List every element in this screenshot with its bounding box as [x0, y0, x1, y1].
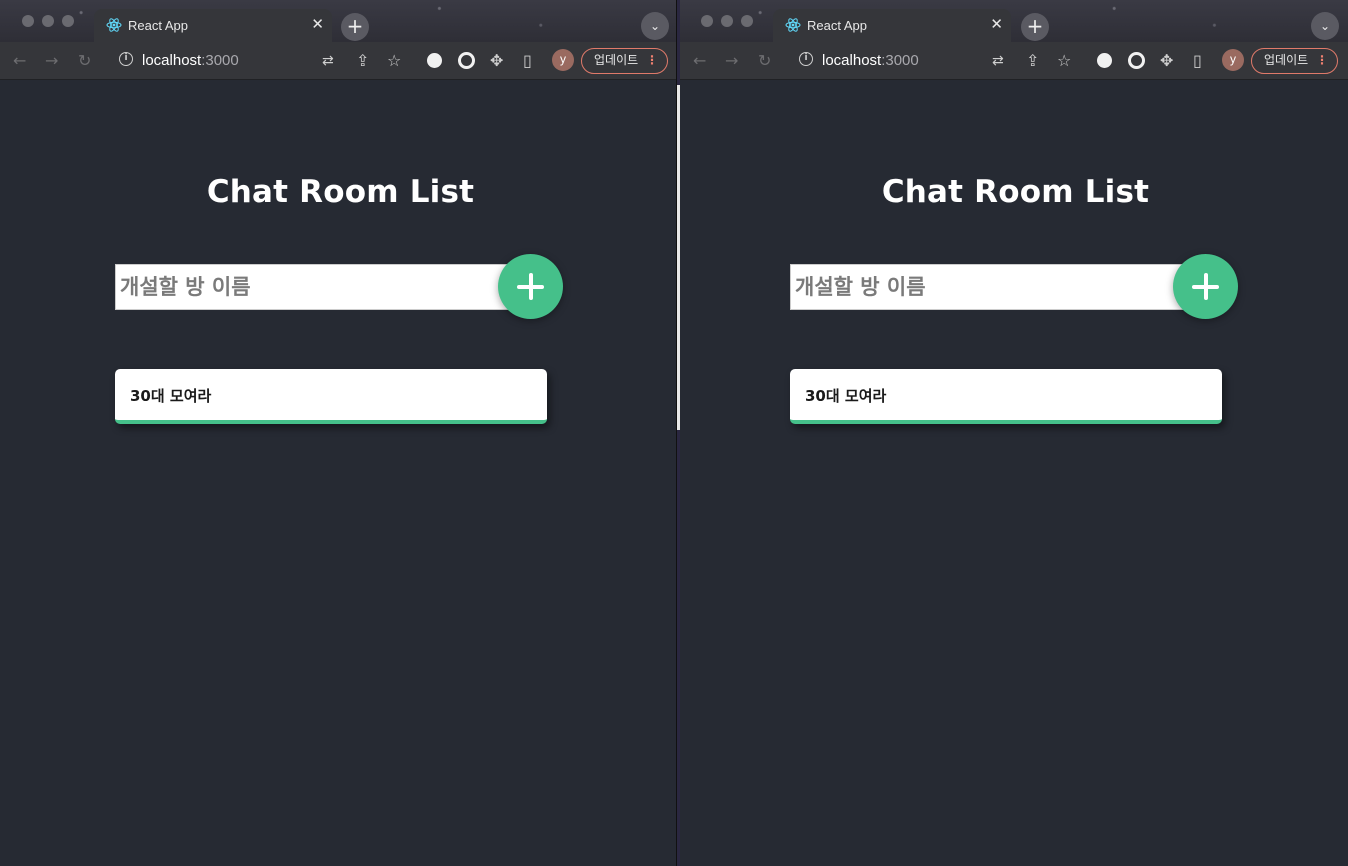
page-title: Chat Room List — [881, 174, 1150, 210]
address-bar[interactable]: localhost:3000 — [822, 52, 919, 69]
browser-window-left: React App ✕ + ⌄ ← → ↻ i localhost:3000 ⇄… — [0, 0, 677, 866]
update-label: 업데이트 — [594, 53, 639, 67]
share-icon[interactable]: ⇪ — [356, 52, 369, 70]
tab-search-chevron-icon[interactable]: ⌄ — [641, 12, 669, 40]
extension-1-icon[interactable] — [1097, 53, 1112, 68]
room-name: 30대 모여라 — [130, 387, 212, 405]
room-list-item[interactable]: 30대 모여라 — [790, 369, 1222, 424]
close-tab-icon[interactable]: ✕ — [990, 15, 1003, 33]
close-window-button[interactable] — [701, 15, 713, 27]
back-arrow-icon[interactable]: ← — [693, 52, 706, 70]
room-name-input[interactable] — [790, 264, 1188, 310]
new-tab-button[interactable]: + — [341, 13, 369, 41]
update-button[interactable]: 업데이트 ⋮ — [581, 48, 668, 74]
more-menu-icon[interactable]: ⋮ — [1316, 49, 1328, 72]
extension-1-icon[interactable] — [427, 53, 442, 68]
page-title: Chat Room List — [206, 174, 475, 210]
url-host: localhost — [822, 52, 882, 69]
back-arrow-icon[interactable]: ← — [13, 52, 26, 70]
close-window-button[interactable] — [22, 15, 34, 27]
browser-toolbar: ← → ↻ i localhost:3000 ⇄ ⇪ ☆ ✥ ▯ y 업데이트 ⋮ — [680, 42, 1348, 80]
update-label: 업데이트 — [1264, 53, 1309, 67]
tab-strip: React App ✕ + ⌄ — [0, 0, 676, 42]
tab-title: React App — [807, 18, 867, 33]
react-icon — [106, 18, 122, 32]
desktop: React App ✕ + ⌄ ← → ↻ i localhost:3000 ⇄… — [0, 0, 1348, 866]
translate-icon[interactable]: ⇄ — [992, 52, 1004, 70]
share-icon[interactable]: ⇪ — [1026, 52, 1039, 70]
maximize-window-button[interactable] — [62, 15, 74, 27]
room-name-input[interactable] — [115, 264, 513, 310]
browser-window-right: React App ✕ + ⌄ ← → ↻ i localhost:3000 ⇄… — [680, 0, 1348, 866]
add-room-button[interactable] — [498, 254, 563, 319]
update-button[interactable]: 업데이트 ⋮ — [1251, 48, 1338, 74]
bookmark-star-icon[interactable]: ☆ — [1057, 52, 1071, 70]
translate-icon[interactable]: ⇄ — [322, 52, 334, 70]
site-info-icon[interactable]: i — [119, 52, 133, 66]
react-icon — [785, 18, 801, 32]
bookmark-star-icon[interactable]: ☆ — [387, 52, 401, 70]
extensions-puzzle-icon[interactable]: ✥ — [490, 52, 503, 70]
tab-react-app[interactable]: React App ✕ — [773, 9, 1011, 42]
close-tab-icon[interactable]: ✕ — [311, 15, 324, 33]
tab-title: React App — [128, 18, 188, 33]
extensions-puzzle-icon[interactable]: ✥ — [1160, 52, 1173, 70]
room-name: 30대 모여라 — [805, 387, 887, 405]
extension-2-icon[interactable] — [458, 52, 475, 69]
url-host: localhost — [142, 52, 202, 69]
minimize-window-button[interactable] — [42, 15, 54, 27]
extension-2-icon[interactable] — [1128, 52, 1145, 69]
profile-avatar[interactable]: y — [552, 49, 574, 71]
reload-icon[interactable]: ↻ — [758, 52, 771, 70]
side-panel-icon[interactable]: ▯ — [1193, 52, 1202, 70]
minimize-window-button[interactable] — [721, 15, 733, 27]
browser-toolbar: ← → ↻ i localhost:3000 ⇄ ⇪ ☆ ✥ ▯ y 업데이트 ⋮ — [0, 42, 676, 80]
url-port: :3000 — [201, 52, 239, 69]
maximize-window-button[interactable] — [741, 15, 753, 27]
tab-react-app[interactable]: React App ✕ — [94, 9, 332, 42]
reload-icon[interactable]: ↻ — [78, 52, 91, 70]
tab-strip: React App ✕ + ⌄ — [680, 0, 1348, 42]
profile-avatar[interactable]: y — [1222, 49, 1244, 71]
add-room-button[interactable] — [1173, 254, 1238, 319]
address-bar[interactable]: localhost:3000 — [142, 52, 239, 69]
more-menu-icon[interactable]: ⋮ — [646, 49, 658, 72]
forward-arrow-icon[interactable]: → — [725, 52, 738, 70]
site-info-icon[interactable]: i — [799, 52, 813, 66]
url-port: :3000 — [881, 52, 919, 69]
side-panel-icon[interactable]: ▯ — [523, 52, 532, 70]
forward-arrow-icon[interactable]: → — [45, 52, 58, 70]
tab-search-chevron-icon[interactable]: ⌄ — [1311, 12, 1339, 40]
new-tab-button[interactable]: + — [1021, 13, 1049, 41]
room-list-item[interactable]: 30대 모여라 — [115, 369, 547, 424]
